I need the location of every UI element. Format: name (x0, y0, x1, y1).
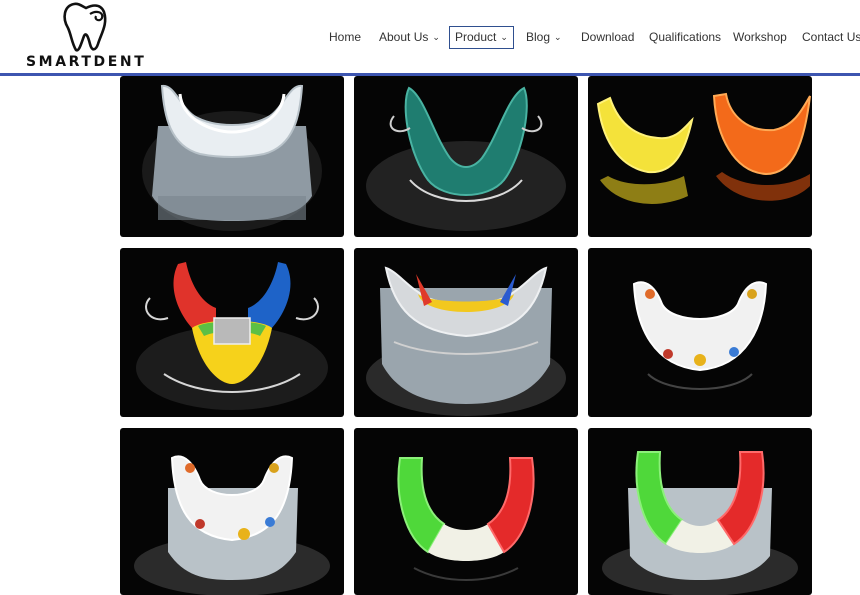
gallery-tile-tricolor-mouthguard[interactable] (354, 428, 578, 595)
nav-product[interactable]: Product ⌄ (449, 26, 514, 49)
green-retainer-image (366, 86, 566, 231)
nav-contact-us-label: Contact Us (802, 30, 860, 44)
tricolor-mouthguard-image (397, 457, 535, 581)
gallery-tile-rainbow-expander[interactable] (120, 248, 344, 417)
nav-home[interactable]: Home (329, 26, 361, 48)
gallery-tile-yellow-retainer-on-model[interactable] (354, 248, 578, 417)
gallery-tile-yellow-orange-aligners[interactable] (588, 76, 812, 237)
nav-download[interactable]: Download (581, 26, 634, 48)
nav-blog[interactable]: Blog ⌄ (526, 26, 562, 48)
gallery-tile-tricolor-mouthguard-on-model[interactable] (588, 428, 812, 595)
nav-home-label: Home (329, 30, 362, 44)
nav-product-label: Product (455, 30, 497, 44)
nav-about-us-label: About Us (379, 30, 429, 44)
nav-workshop[interactable]: Workshop (733, 26, 787, 48)
gallery-tile-clear-night-guard[interactable] (120, 76, 344, 237)
yellow-retainer-image (366, 266, 566, 416)
gallery-tile-green-retainer[interactable] (354, 76, 578, 237)
chevron-down-icon: ⌄ (500, 32, 508, 42)
gallery-tile-cartoon-mouthguard-on-model[interactable] (120, 428, 344, 595)
nav-qualifications-label: Qualifications (649, 30, 722, 44)
cartoon-mouthguard-image (632, 281, 768, 390)
cartoon-mouthguard-on-model-image (134, 455, 330, 595)
chevron-down-icon: ⌄ (432, 32, 440, 42)
yellow-orange-aligners-image (596, 92, 811, 204)
nav-about-us[interactable]: About Us ⌄ (379, 26, 440, 48)
site-header: SMARTDENT Home About Us ⌄ Product ⌄ Blog ⌄ … (0, 0, 860, 73)
chevron-down-icon: ⌄ (554, 32, 562, 42)
tooth-logo-icon (63, 2, 107, 52)
nav-download-label: Download (581, 30, 635, 44)
gallery-tile-cartoon-mouthguard[interactable] (588, 248, 812, 417)
logo-wordmark: SMARTDENT (26, 54, 147, 70)
nav-contact-us[interactable]: Contact Us (802, 26, 860, 48)
nav-workshop-label: Workshop (733, 30, 787, 44)
rainbow-expander-image (136, 262, 328, 410)
nav-blog-label: Blog (526, 30, 551, 44)
tricolor-mouthguard-on-model-image (602, 451, 798, 595)
smartdent-logo[interactable]: SMARTDENT (22, 0, 152, 72)
nav-qualifications[interactable]: Qualifications (649, 26, 721, 48)
clear-night-guard-image (142, 84, 322, 231)
